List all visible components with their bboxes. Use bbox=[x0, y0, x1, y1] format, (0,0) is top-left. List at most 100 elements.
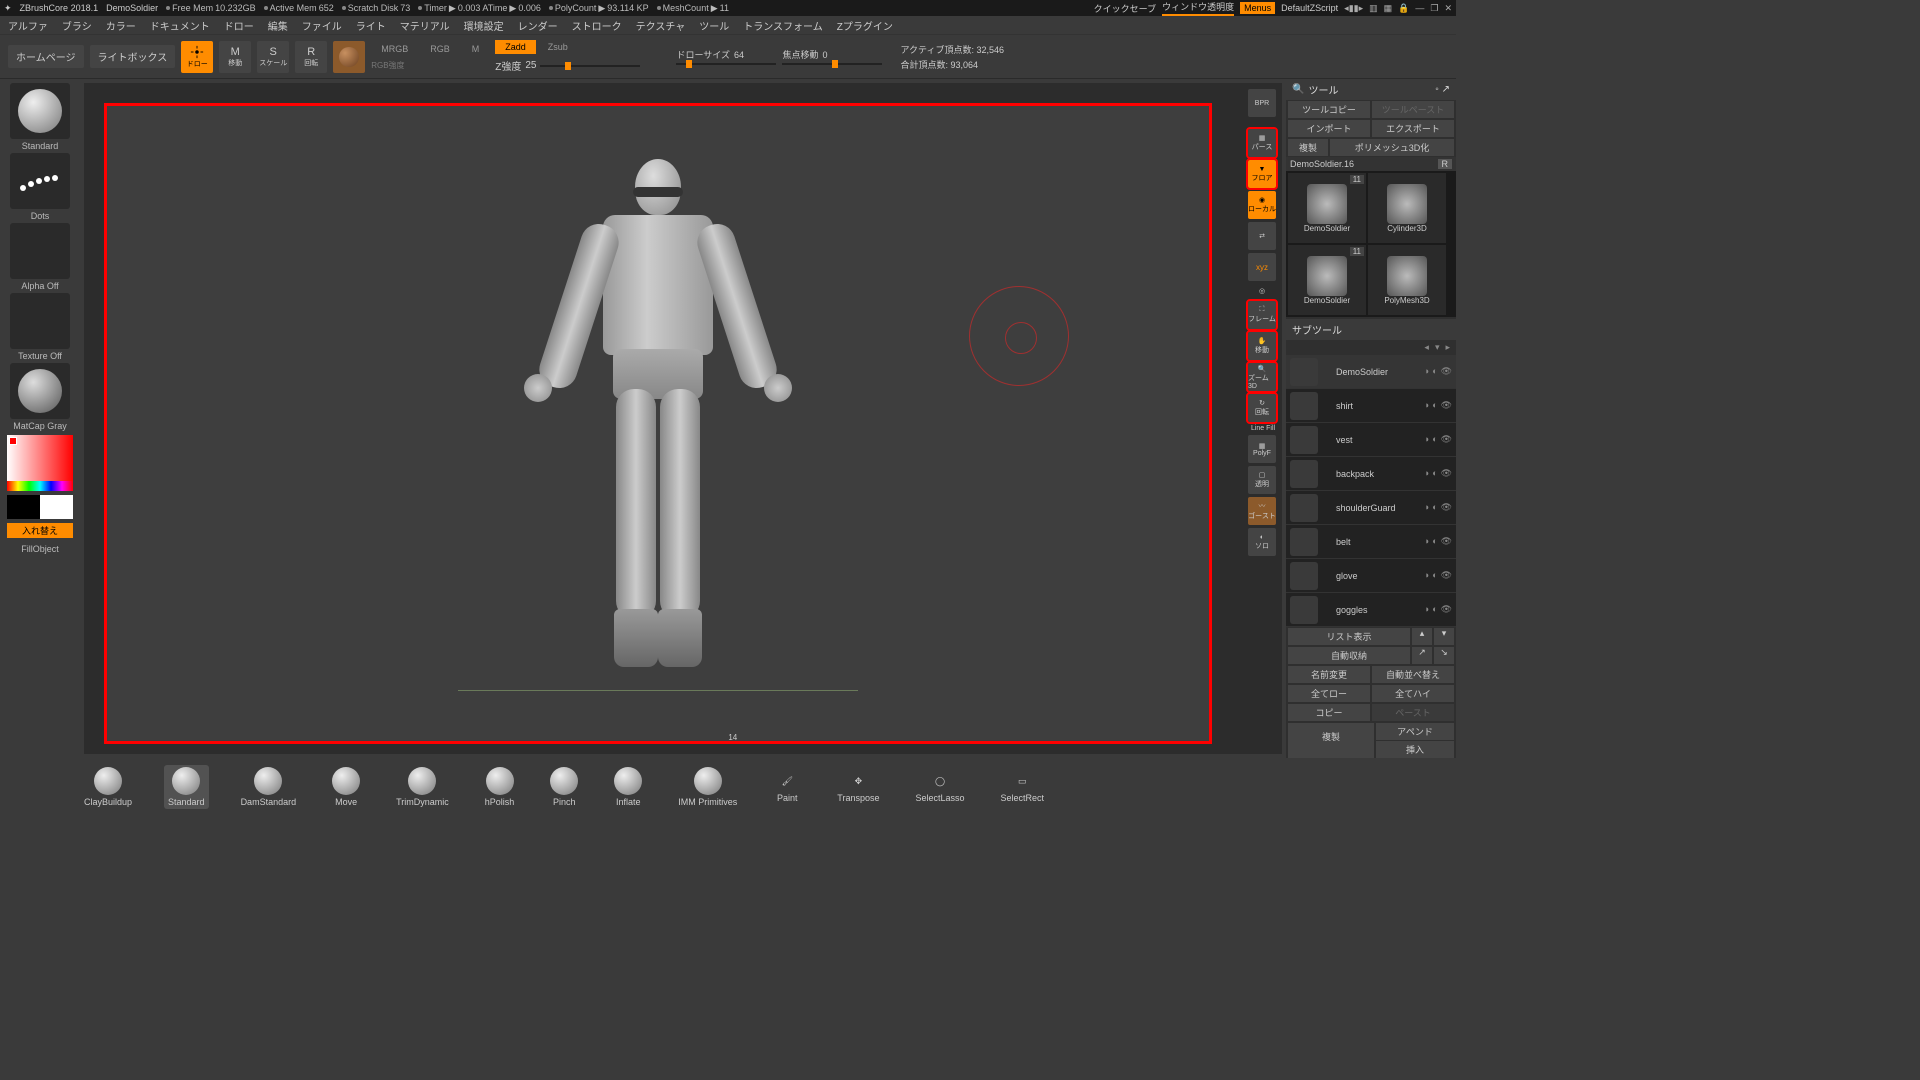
rgb-mode[interactable]: RGB bbox=[420, 42, 460, 56]
tool-DemoSoldier[interactable]: 11DemoSoldier bbox=[1288, 245, 1366, 315]
default-zscript[interactable]: DefaultZScript bbox=[1281, 3, 1338, 13]
minimize-icon[interactable]: — bbox=[1415, 3, 1424, 14]
frame-button[interactable]: ⛶フレーム bbox=[1248, 301, 1276, 329]
canvas[interactable]: BPR ▦パース ▼フロア ◉ローカル ⇄ xyz ◎ ⛶フレーム ✋移動 🔍ズ… bbox=[84, 83, 1282, 754]
stroke-selector[interactable]: Dots bbox=[7, 153, 73, 221]
shelf-Inflate[interactable]: Inflate bbox=[610, 765, 646, 809]
zintensity-slider[interactable] bbox=[540, 65, 640, 67]
menu-トランスフォーム[interactable]: トランスフォーム bbox=[743, 18, 823, 33]
bpr-button[interactable]: BPR bbox=[1248, 89, 1276, 117]
menu-ドキュメント[interactable]: ドキュメント bbox=[150, 18, 210, 33]
arrow-down-icon[interactable]: ▾ bbox=[1435, 342, 1440, 353]
brush-selector[interactable]: Standard bbox=[7, 83, 73, 151]
shelf-Transpose[interactable]: ✥Transpose bbox=[833, 769, 883, 805]
scale-mode[interactable]: Sスケール bbox=[257, 41, 289, 73]
menus-button[interactable]: Menus bbox=[1240, 2, 1275, 14]
shelf-Standard[interactable]: Standard bbox=[164, 765, 209, 809]
subtool-vest[interactable]: vest◑◐👁 bbox=[1286, 423, 1456, 457]
mrgb-mode[interactable]: MRGB bbox=[371, 42, 418, 56]
texture-selector[interactable]: Texture Off bbox=[7, 293, 73, 361]
close-icon[interactable]: ✕ bbox=[1444, 3, 1452, 14]
tool-paste[interactable]: ツールペースト bbox=[1372, 101, 1454, 118]
polyf-button[interactable]: ▦PolyF bbox=[1248, 435, 1276, 463]
shelf-DamStandard[interactable]: DamStandard bbox=[237, 765, 301, 809]
shelf-hPolish[interactable]: hPolish bbox=[481, 765, 519, 809]
menu-ドロー[interactable]: ドロー bbox=[224, 18, 254, 33]
menu-マテリアル[interactable]: マテリアル bbox=[400, 18, 450, 33]
layout2-icon[interactable]: ▦ bbox=[1384, 3, 1393, 14]
clone-button[interactable]: 複製 bbox=[1288, 139, 1328, 156]
tool-Cylinder3D[interactable]: Cylinder3D bbox=[1368, 173, 1446, 243]
shelf-SelectLasso[interactable]: ◯SelectLasso bbox=[911, 769, 968, 805]
tool-PolyMesh3D[interactable]: PolyMesh3D bbox=[1368, 245, 1446, 315]
shelf-SelectRect[interactable]: ▭SelectRect bbox=[997, 769, 1049, 805]
subtool-DemoSoldier[interactable]: DemoSoldier◑◐👁 bbox=[1286, 355, 1456, 389]
target-icon[interactable]: ◎ bbox=[1248, 284, 1276, 298]
polymesh3d-button[interactable]: ポリメッシュ3D化 bbox=[1330, 139, 1454, 156]
shelf-Paint[interactable]: 🖌Paint bbox=[769, 769, 805, 805]
alpha-selector[interactable]: Alpha Off bbox=[7, 223, 73, 291]
xyz-button[interactable]: xyz bbox=[1248, 253, 1276, 281]
transparent-button[interactable]: ▢透明 bbox=[1248, 466, 1276, 494]
move-mode[interactable]: M移動 bbox=[219, 41, 251, 73]
menu-ブラシ[interactable]: ブラシ bbox=[62, 18, 92, 33]
subtool-goggles[interactable]: goggles◑◐👁 bbox=[1286, 593, 1456, 627]
rotate-view-button[interactable]: ↻回転 bbox=[1248, 394, 1276, 422]
shelf-IMM Primitives[interactable]: IMM Primitives14 bbox=[674, 765, 741, 809]
subtool-shoulderGuard[interactable]: shoulderGuard◑◐👁 bbox=[1286, 491, 1456, 525]
swap-colors-button[interactable]: 入れ替え bbox=[7, 523, 73, 538]
drawsize-slider[interactable] bbox=[676, 63, 776, 65]
layout-icon[interactable]: ▥ bbox=[1369, 3, 1378, 14]
window-transparency[interactable]: ウィンドウ透明度 bbox=[1162, 0, 1234, 16]
maximize-icon[interactable]: ❐ bbox=[1430, 3, 1438, 14]
tool-DemoSoldier[interactable]: 11DemoSoldier bbox=[1288, 173, 1366, 243]
menu-テクスチャ[interactable]: テクスチャ bbox=[636, 18, 686, 33]
subtool-belt[interactable]: belt◑◐👁 bbox=[1286, 525, 1456, 559]
lsym-button[interactable]: ⇄ bbox=[1248, 222, 1276, 250]
homepage-button[interactable]: ホームページ bbox=[8, 45, 84, 68]
quicksave-button[interactable]: クイックセーブ bbox=[1094, 2, 1156, 15]
menu-ファイル[interactable]: ファイル bbox=[302, 18, 342, 33]
draw-mode[interactable]: ドロー bbox=[181, 41, 213, 73]
zadd-mode[interactable]: Zadd bbox=[495, 40, 536, 54]
menu-ツール[interactable]: ツール bbox=[699, 18, 729, 33]
list-view[interactable]: リスト表示 bbox=[1288, 628, 1410, 645]
shelf-ClayBuildup[interactable]: ClayBuildup bbox=[80, 765, 136, 809]
shelf-Pinch[interactable]: Pinch bbox=[546, 765, 582, 809]
fill-object-button[interactable]: FillObject bbox=[7, 542, 73, 556]
material-sphere[interactable] bbox=[333, 41, 365, 73]
m-mode[interactable]: M bbox=[462, 42, 490, 56]
menu-カラー[interactable]: カラー bbox=[106, 18, 136, 33]
shelf-TrimDynamic[interactable]: TrimDynamic bbox=[392, 765, 453, 809]
color-picker[interactable] bbox=[7, 435, 73, 491]
menu-編集[interactable]: 編集 bbox=[268, 18, 288, 33]
menu-レンダー[interactable]: レンダー bbox=[518, 18, 558, 33]
menu-環境設定[interactable]: 環境設定 bbox=[464, 18, 504, 33]
persp-button[interactable]: ▦パース bbox=[1248, 129, 1276, 157]
lightbox-button[interactable]: ライトボックス bbox=[90, 45, 176, 68]
arrow-right-icon[interactable]: ▸ bbox=[1445, 342, 1450, 353]
menu-ストローク[interactable]: ストローク bbox=[572, 18, 622, 33]
import-button[interactable]: インポート bbox=[1288, 120, 1370, 137]
material-selector[interactable]: MatCap Gray bbox=[7, 363, 73, 431]
menu-Zプラグイン[interactable]: Zプラグイン bbox=[837, 18, 893, 33]
tool-copy[interactable]: ツールコピー bbox=[1288, 101, 1370, 118]
focal-slider[interactable] bbox=[782, 63, 882, 65]
menu-ライト[interactable]: ライト bbox=[356, 18, 386, 33]
shelf-Move[interactable]: Move bbox=[328, 765, 364, 809]
rotate-mode[interactable]: R回転 bbox=[295, 41, 327, 73]
menu-アルファ[interactable]: アルファ bbox=[8, 18, 48, 33]
zoom-button[interactable]: 🔍ズーム3D bbox=[1248, 363, 1276, 391]
prev-icon[interactable]: ◂▮▮▸ bbox=[1344, 3, 1363, 14]
export-button[interactable]: エクスポート bbox=[1372, 120, 1454, 137]
local-button[interactable]: ◉ローカル bbox=[1248, 191, 1276, 219]
auto-collapse[interactable]: 自動収納 bbox=[1288, 647, 1410, 664]
lock-icon[interactable]: 🔒 bbox=[1398, 3, 1409, 14]
zsub-mode[interactable]: Zsub bbox=[538, 40, 578, 54]
subtool-backpack[interactable]: backpack◑◐👁 bbox=[1286, 457, 1456, 491]
solo-button[interactable]: ◐ソロ bbox=[1248, 528, 1276, 556]
move-view-button[interactable]: ✋移動 bbox=[1248, 332, 1276, 360]
floor-button[interactable]: ▼フロア bbox=[1248, 160, 1276, 188]
subtool-glove[interactable]: glove◑◐👁 bbox=[1286, 559, 1456, 593]
ghost-button[interactable]: 〰ゴースト bbox=[1248, 497, 1276, 525]
